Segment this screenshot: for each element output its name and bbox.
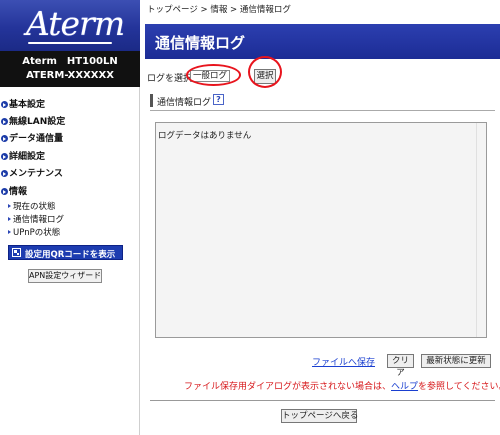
menu-item-label: メンテナンス xyxy=(9,169,63,179)
logo-swoosh xyxy=(28,42,112,44)
apn-wizard-button[interactable]: APN設定ウィザード xyxy=(28,269,102,283)
menu-item-info[interactable]: 情報 xyxy=(0,184,27,198)
arrow-bullet-icon xyxy=(1,135,8,142)
device-name: ATERM-XXXXXX xyxy=(26,70,114,81)
qr-code-icon xyxy=(12,248,21,257)
menu-item-basic-settings[interactable]: 基本設定 xyxy=(0,97,45,111)
model-name: Aterm HT100LN xyxy=(22,56,118,67)
triangle-bullet-icon xyxy=(8,204,11,208)
page-title: 通信情報ログ xyxy=(155,34,246,52)
submenu-item-label: 通信情報ログ xyxy=(13,215,65,225)
notice-text-before: ファイル保存用ダイアログが表示されない場合は、 xyxy=(184,382,392,392)
clear-button[interactable]: クリア xyxy=(387,354,414,378)
help-link[interactable]: ヘルプ xyxy=(391,382,418,392)
breadcrumb: トップページ > 情報 > 通信情報ログ xyxy=(147,5,291,15)
bottom-divider xyxy=(150,400,495,401)
aterm-logo: Aterm xyxy=(26,4,125,43)
menu-item-wireless-lan[interactable]: 無線LAN設定 xyxy=(0,114,65,128)
submenu-item-label: 現在の状態 xyxy=(13,202,56,212)
help-icon[interactable]: ? xyxy=(213,94,224,105)
highlight-circle-button xyxy=(248,56,282,88)
notice-text-after: を参照してください。 xyxy=(418,382,500,392)
arrow-bullet-icon xyxy=(1,153,8,160)
arrow-bullet-icon xyxy=(1,188,8,195)
model-info: Aterm HT100LN ATERM-XXXXXX xyxy=(0,51,140,87)
menu-item-label: 基本設定 xyxy=(9,100,46,110)
triangle-bullet-icon xyxy=(8,230,11,234)
menu-item-label: 無線LAN設定 xyxy=(9,117,66,127)
section-title: 通信情報ログ xyxy=(157,98,212,108)
title-bar: 通信情報ログ xyxy=(145,24,500,59)
save-to-file-link[interactable]: ファイルへ保存 xyxy=(312,355,375,368)
arrow-bullet-icon xyxy=(1,170,8,177)
back-to-top-button[interactable]: トップページへ戻る xyxy=(281,409,358,423)
highlight-circle-select xyxy=(186,64,241,86)
submenu-item-label: UPnPの状態 xyxy=(13,228,61,238)
qr-code-button-label: 設定用QRコードを表示 xyxy=(25,250,116,260)
menu-item-label: 詳細設定 xyxy=(9,152,46,162)
menu-item-label: データ通信量 xyxy=(9,134,64,144)
sidebar: Aterm Aterm HT100LN ATERM-XXXXXX 基本設定 無線… xyxy=(0,0,140,435)
submenu-item-upnp-status[interactable]: UPnPの状態 xyxy=(8,226,60,238)
menu-item-data-usage[interactable]: データ通信量 xyxy=(0,131,63,145)
triangle-bullet-icon xyxy=(8,217,11,221)
log-text: ログデータはありません xyxy=(158,131,252,141)
submenu-item-current-status[interactable]: 現在の状態 xyxy=(8,200,56,212)
log-scrollbar[interactable] xyxy=(476,123,486,337)
qr-code-button[interactable]: 設定用QRコードを表示 xyxy=(8,245,123,260)
menu-item-maintenance[interactable]: メンテナンス xyxy=(0,166,63,180)
log-textarea[interactable]: ログデータはありません xyxy=(155,122,487,338)
arrow-bullet-icon xyxy=(1,101,8,108)
submenu-item-comm-log[interactable]: 通信情報ログ xyxy=(8,213,64,225)
section-divider xyxy=(150,110,495,111)
menu-item-label: 情報 xyxy=(9,187,28,197)
menu-item-advanced-settings[interactable]: 詳細設定 xyxy=(0,149,45,163)
logo-area: Aterm xyxy=(0,0,140,51)
arrow-bullet-icon xyxy=(1,118,8,125)
save-notice: ファイル保存用ダイアログが表示されない場合は、ヘルプを参照してください。 xyxy=(184,379,500,392)
section-marker xyxy=(150,94,153,107)
refresh-button[interactable]: 最新状態に更新 xyxy=(421,354,491,368)
